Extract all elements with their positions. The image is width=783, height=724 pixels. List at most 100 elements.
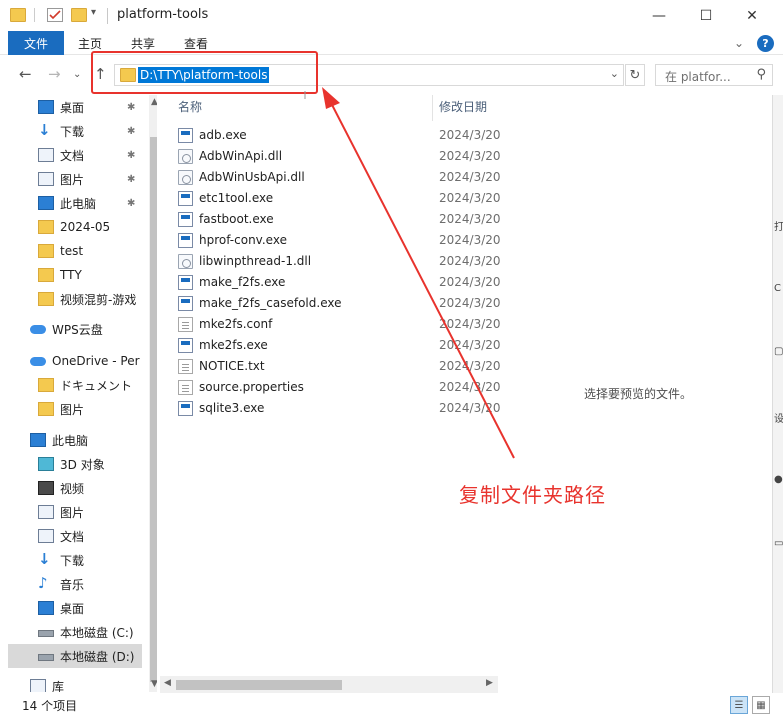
pc-icon bbox=[38, 196, 54, 210]
close-button[interactable]: ✕ bbox=[729, 0, 775, 31]
sidebar-item[interactable]: 此电脑 bbox=[8, 428, 142, 452]
folder-icon bbox=[38, 220, 54, 234]
new-folder-icon[interactable] bbox=[71, 8, 87, 22]
maximize-button[interactable]: ☐ bbox=[683, 0, 729, 31]
sidebar-item-label: WPS云盘 bbox=[52, 322, 103, 337]
folder-icon bbox=[38, 268, 54, 282]
sidebar-item[interactable]: 3D 对象 bbox=[8, 452, 142, 476]
sidebar-item[interactable]: ↓ 下载 ✱ bbox=[8, 119, 142, 143]
sidebar-item[interactable]: 视频混剪-游戏 bbox=[8, 287, 142, 311]
sidebar-scroll-thumb[interactable] bbox=[150, 137, 157, 682]
tab-share[interactable]: 共享 bbox=[131, 35, 155, 52]
sidebar-item-label: 本地磁盘 (C:) bbox=[60, 625, 134, 640]
sidebar-item[interactable]: 桌面 ✱ bbox=[8, 95, 142, 119]
onedrive-icon bbox=[30, 357, 46, 366]
sidebar-item[interactable]: test bbox=[8, 239, 142, 263]
download-icon: ↓ bbox=[38, 550, 51, 568]
folder-icon bbox=[10, 8, 26, 22]
sidebar-item[interactable]: 视频 bbox=[8, 476, 142, 500]
sidebar-item-label: 2024-05 bbox=[60, 220, 111, 234]
sidebar-item-label: 此电脑 bbox=[60, 196, 97, 211]
sidebar-item-label: 文档 bbox=[60, 529, 85, 544]
sidebar-item[interactable]: ドキュメント bbox=[8, 373, 142, 397]
scroll-left-arrow[interactable]: ◀ bbox=[164, 678, 171, 688]
properties-icon[interactable] bbox=[47, 8, 63, 22]
ribbon-expand-icon[interactable]: ⌄ bbox=[734, 36, 744, 50]
folder-icon bbox=[38, 378, 54, 392]
picture-icon bbox=[38, 172, 54, 186]
sidebar-item-label: 库 bbox=[52, 679, 65, 693]
file-name: adb.exe bbox=[199, 128, 247, 142]
folder-icon bbox=[38, 292, 54, 306]
annotation-text: 复制文件夹路径 bbox=[459, 483, 606, 507]
sidebar-item[interactable]: 图片 ✱ bbox=[8, 167, 142, 191]
recent-locations-button[interactable]: ⌄ bbox=[73, 69, 81, 80]
horizontal-scroll-thumb[interactable] bbox=[176, 680, 342, 690]
file-name: AdbWinUsbApi.dll bbox=[199, 170, 305, 184]
tab-file[interactable]: 文件 bbox=[8, 31, 64, 55]
scroll-right-arrow[interactable]: ▶ bbox=[486, 678, 493, 688]
sidebar-item[interactable]: 库 bbox=[8, 674, 142, 692]
sidebar-item[interactable]: 文档 ✱ bbox=[8, 143, 142, 167]
large-icons-view-button[interactable]: ▦ bbox=[752, 696, 770, 714]
pin-icon: ✱ bbox=[127, 125, 136, 137]
sidebar-item[interactable]: 2024-05 bbox=[8, 215, 142, 239]
sidebar-item[interactable]: 文档 bbox=[8, 524, 142, 548]
file-name: make_f2fs.exe bbox=[199, 275, 286, 289]
document-icon bbox=[38, 529, 54, 543]
help-icon[interactable]: ? bbox=[757, 35, 774, 52]
tab-home[interactable]: 主页 bbox=[78, 35, 102, 52]
music-icon: ♪ bbox=[38, 574, 48, 592]
sidebar-item[interactable]: 本地磁盘 (D:) bbox=[8, 644, 142, 668]
sidebar-item-label: 图片 bbox=[60, 402, 85, 417]
sidebar-item[interactable]: ↓ 下载 bbox=[8, 548, 142, 572]
customize-quick-access-icon[interactable]: ▾ bbox=[91, 7, 101, 21]
sidebar-item[interactable]: 桌面 bbox=[8, 596, 142, 620]
details-view-button[interactable]: ☰ bbox=[730, 696, 748, 714]
dll-file-icon bbox=[178, 149, 193, 164]
sidebar-item[interactable]: OneDrive - Per bbox=[8, 349, 142, 373]
sidebar-item-label: 桌面 bbox=[60, 601, 85, 616]
column-header-name[interactable]: 名称 bbox=[178, 95, 202, 119]
sidebar-item[interactable]: WPS云盘 bbox=[8, 317, 142, 341]
executable-file-icon bbox=[178, 212, 193, 227]
pin-icon: ✱ bbox=[127, 173, 136, 185]
sidebar-item-label: 图片 bbox=[60, 172, 85, 187]
sidebar-item[interactable]: 图片 bbox=[8, 397, 142, 421]
sidebar-item-label: 视频 bbox=[60, 481, 85, 496]
file-name: source.properties bbox=[199, 380, 304, 394]
address-dropdown-icon[interactable]: ⌄ bbox=[610, 67, 619, 80]
search-box[interactable]: 在 platfor... ⚲ bbox=[655, 64, 773, 86]
pin-icon: ✱ bbox=[127, 149, 136, 161]
sidebar-item[interactable]: 本地磁盘 (C:) bbox=[8, 620, 142, 644]
minimize-button[interactable]: — bbox=[636, 0, 682, 31]
sidebar-item[interactable]: 此电脑 ✱ bbox=[8, 191, 142, 215]
back-button[interactable]: ← bbox=[19, 65, 32, 83]
title-bar: ▾ platform-tools — ☐ ✕ bbox=[0, 0, 783, 31]
executable-file-icon bbox=[178, 401, 193, 416]
tab-view[interactable]: 查看 bbox=[184, 35, 208, 52]
executable-file-icon bbox=[178, 233, 193, 248]
sidebar-item-label: 文档 bbox=[60, 148, 85, 163]
forward-button[interactable]: → bbox=[48, 65, 61, 83]
sidebar-item-label: 此电脑 bbox=[52, 433, 89, 448]
search-icon[interactable]: ⚲ bbox=[756, 67, 766, 82]
sidebar-item-label: TTY bbox=[60, 268, 82, 282]
cloud-icon bbox=[30, 325, 46, 334]
file-name: hprof-conv.exe bbox=[199, 233, 287, 247]
sidebar-item-label: 下载 bbox=[60, 553, 85, 568]
pin-icon: ✱ bbox=[127, 101, 136, 113]
divider bbox=[34, 8, 35, 22]
drive-icon bbox=[38, 630, 54, 637]
sidebar-item[interactable]: TTY bbox=[8, 263, 142, 287]
cube-3d-icon bbox=[38, 457, 54, 471]
dll-file-icon bbox=[178, 254, 193, 269]
executable-file-icon bbox=[178, 338, 193, 353]
drive-icon bbox=[38, 654, 54, 661]
refresh-button[interactable]: ↻ bbox=[625, 64, 645, 86]
executable-file-icon bbox=[178, 128, 193, 143]
video-icon bbox=[38, 481, 54, 495]
item-count: 14 个项目 bbox=[22, 699, 78, 713]
sidebar-item[interactable]: 图片 bbox=[8, 500, 142, 524]
sidebar-item[interactable]: ♪ 音乐 bbox=[8, 572, 142, 596]
